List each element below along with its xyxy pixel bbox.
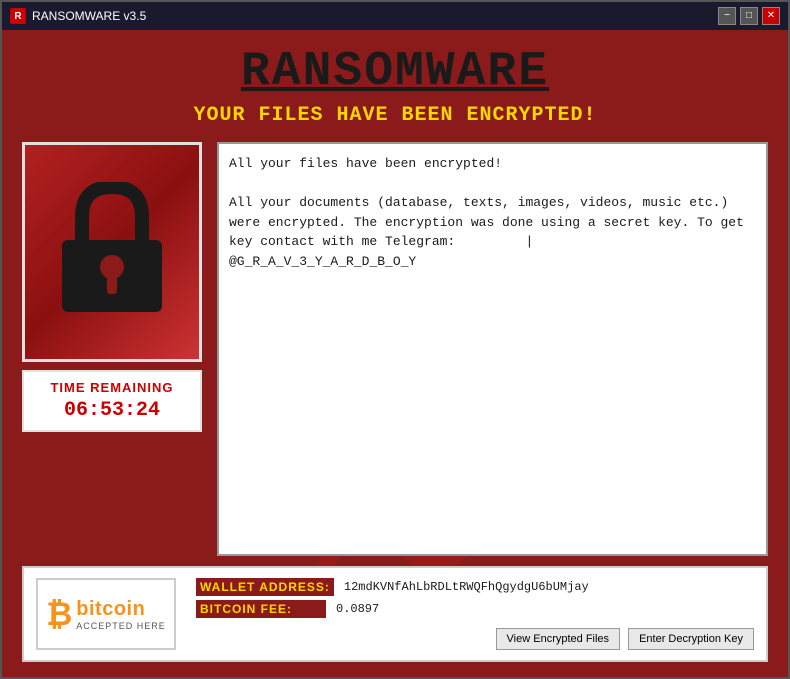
minimize-button[interactable]: − [718,7,736,25]
lock-image [22,142,202,362]
wallet-info: WALLET ADDRESS: 12mdKVNfAhLbRDLtRWQFhQgy… [196,578,754,650]
app-icon: R [10,8,26,24]
wallet-fee-value: 0.0897 [336,602,379,616]
timer-box: TIME REMAINING 06:53:24 [22,370,202,432]
wallet-fee-row: BITCOIN FEE: 0.0897 [196,600,754,618]
bitcoin-icon-wrap: ₿ bitcoin ACCEPTED HERE [46,596,166,633]
wallet-buttons: View Encrypted Files Enter Decryption Ke… [196,628,754,650]
message-textarea[interactable] [217,142,768,556]
header: RANSOMWARE YOUR FILES HAVE BEEN ENCRYPTE… [22,45,768,127]
lock-icon [52,182,172,322]
titlebar-controls: − □ ✕ [718,7,780,25]
wallet-address-row: WALLET ADDRESS: 12mdKVNfAhLbRDLtRWQFhQgy… [196,578,754,596]
wallet-address-label: WALLET ADDRESS: [196,578,334,596]
bitcoin-symbol-icon: ₿ [46,596,72,633]
enter-decryption-button[interactable]: Enter Decryption Key [628,628,754,650]
wallet-fee-label: BITCOIN FEE: [196,600,326,618]
maximize-button[interactable]: □ [740,7,758,25]
titlebar: R RANSOMWARE v3.5 − □ ✕ [2,2,788,30]
timer-value: 06:53:24 [32,399,192,422]
wallet-address-value: 12mdKVNfAhLbRDLtRWQFhQgydgU6bUMjay [344,580,589,594]
close-button[interactable]: ✕ [762,7,780,25]
header-title: RANSOMWARE [22,45,768,99]
middle-section: TIME REMAINING 06:53:24 [22,142,768,556]
titlebar-title: RANSOMWARE v3.5 [32,9,146,23]
bitcoin-text-wrap: bitcoin ACCEPTED HERE [76,598,166,631]
timer-label: TIME REMAINING [32,380,192,395]
main-window: R RANSOMWARE v3.5 − □ ✕ PC RANSOMWARE YO… [0,0,790,679]
bottom-section: ₿ bitcoin ACCEPTED HERE WALLET ADDRESS: … [22,566,768,662]
view-encrypted-button[interactable]: View Encrypted Files [496,628,621,650]
lock-box: TIME REMAINING 06:53:24 [22,142,202,556]
titlebar-left: R RANSOMWARE v3.5 [10,8,146,24]
bitcoin-brand: bitcoin [76,598,166,621]
header-subtitle: YOUR FILES HAVE BEEN ENCRYPTED! [22,104,768,127]
bitcoin-accepted: ACCEPTED HERE [76,621,166,631]
main-content: PC RANSOMWARE YOUR FILES HAVE BEEN ENCRY… [2,30,788,677]
bitcoin-logo: ₿ bitcoin ACCEPTED HERE [36,578,176,650]
